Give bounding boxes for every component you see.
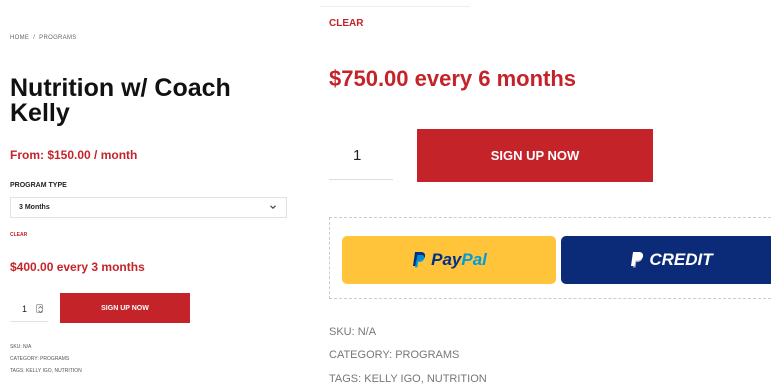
divider [320,6,470,7]
product-title: Nutrition w/ Coach Kelly [10,74,231,127]
paypal-p-icon [413,252,426,268]
program-type-value: 3 Months [19,204,50,211]
quantity-stepper[interactable]: 1 [10,296,48,322]
sign-up-button-zoomed[interactable]: SIGN UP NOW [417,129,653,182]
paypal-p-icon [631,252,644,268]
breadcrumb-home[interactable]: HOME [10,35,29,41]
quantity-value: 1 [22,304,28,314]
category-text: CATEGORY: PROGRAMS [10,356,70,362]
paypal-credit-button[interactable]: CREDIT [561,236,771,284]
program-type-select[interactable]: 3 Months [10,197,287,218]
sku-text: SKU: N/A [10,344,32,350]
product-panel: HOME / PROGRAMS Nutrition w/ Coach Kelly F… [0,0,300,385]
clear-link-zoomed[interactable]: CLEAR [329,18,363,29]
sku-text-zoomed: SKU: N/A [329,326,377,338]
variation-price-zoomed: $750.00 every 6 months [329,66,577,91]
zoomed-panel: CLEAR $750.00 every 6 months 1 SIGN UP N… [300,0,771,385]
chevron-down-icon [270,205,276,210]
breadcrumb-separator: / [33,35,36,41]
from-price: From: $150.00 / month [10,148,138,162]
tags-text: TAGS: KELLY IGO, NUTRITION [10,368,82,374]
clear-link[interactable]: CLEAR [10,232,27,238]
breadcrumb: HOME / PROGRAMS [10,35,77,41]
sign-up-button[interactable]: SIGN UP NOW [60,293,190,323]
paypal-button[interactable]: PayPal [342,236,556,284]
program-type-label: PROGRAM TYPE [10,182,67,189]
breadcrumb-current[interactable]: PROGRAMS [39,35,76,41]
quantity-input-zoomed[interactable]: 1 [329,130,393,180]
credit-label: CREDIT [649,250,713,269]
tags-text-zoomed: TAGS: KELLY IGO, NUTRITION [329,373,487,385]
payment-buttons-box: PayPal CREDIT [329,217,771,299]
paypal-word-pal: Pal [461,250,487,269]
variation-price: $400.00 every 3 months [10,260,145,274]
paypal-word-pay: Pay [431,250,462,269]
category-text-zoomed: CATEGORY: PROGRAMS [329,349,460,361]
quantity-value-zoomed: 1 [353,147,362,164]
stepper-arrows-icon[interactable] [36,304,43,314]
